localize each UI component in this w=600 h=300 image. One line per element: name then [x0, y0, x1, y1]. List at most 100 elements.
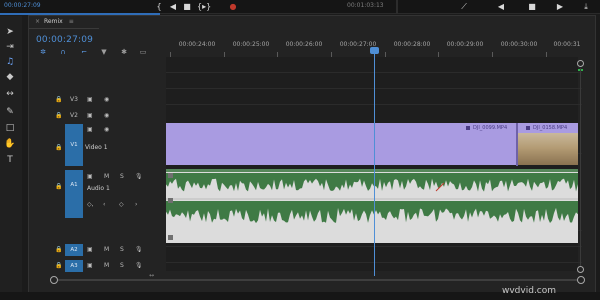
- captions-icon[interactable]: ▭: [138, 48, 148, 56]
- step-back-icon[interactable]: ◀: [495, 1, 507, 12]
- add-marker-icon[interactable]: ⌐: [79, 48, 89, 56]
- lock-icon[interactable]: 🔒: [55, 262, 62, 270]
- sequence-tab-label: Remix: [44, 18, 63, 25]
- track-name: V2: [70, 112, 78, 119]
- playhead-line[interactable]: [374, 50, 375, 276]
- sync-lock-icon[interactable]: ▣: [87, 112, 93, 120]
- scroll-track[interactable]: [580, 68, 581, 266]
- panel-menu-icon[interactable]: ≡: [69, 18, 74, 25]
- track-target-a2[interactable]: A2: [65, 244, 83, 256]
- eye-icon[interactable]: ◉: [104, 126, 109, 134]
- rectangle-icon[interactable]: □: [3, 122, 17, 134]
- snap-icon[interactable]: ✲: [38, 48, 48, 56]
- ripple-edit-icon[interactable]: ♫: [3, 56, 17, 68]
- selection-tool-icon[interactable]: ➤: [3, 26, 17, 38]
- ruler-label: 00:00:29:00: [446, 41, 484, 48]
- microphone-icon[interactable]: 🎙: [135, 173, 143, 181]
- scroll-track[interactable]: [58, 279, 578, 281]
- lock-icon[interactable]: 🔒: [55, 246, 62, 254]
- slip-icon[interactable]: ↔: [3, 88, 17, 100]
- audio-waveform: [166, 173, 578, 224]
- pen-icon[interactable]: ✎: [3, 106, 17, 118]
- keyframe-add-icon[interactable]: ◇: [119, 201, 124, 209]
- waveform-channel: [166, 173, 578, 192]
- horizontal-scrollbar[interactable]: [50, 276, 585, 286]
- video-clip-name: DJI_0099.MP4: [473, 125, 508, 131]
- keyframe-nav-prev-icon[interactable]: ◇,: [87, 201, 94, 209]
- stop-icon[interactable]: ■: [181, 1, 193, 12]
- track-name: V3: [70, 96, 78, 103]
- keyframe-prev-icon[interactable]: ‹: [103, 201, 105, 209]
- step-forward-icon[interactable]: ▶: [554, 1, 566, 12]
- scroll-knob[interactable]: [577, 60, 584, 67]
- razor-icon[interactable]: ◆: [3, 71, 17, 83]
- step-back-icon[interactable]: ◀: [167, 1, 179, 12]
- sync-lock-icon[interactable]: ▣: [87, 246, 93, 254]
- clip-thumbnail: [518, 133, 578, 165]
- mark-in-icon[interactable]: {: [153, 1, 165, 12]
- linked-selection-icon[interactable]: ∩: [58, 48, 68, 56]
- lock-icon[interactable]: 🔒: [55, 112, 62, 120]
- solo-button[interactable]: S: [120, 262, 124, 270]
- eye-icon[interactable]: ◉: [104, 112, 109, 120]
- ruler-label: 00:00:24:00: [178, 41, 216, 48]
- audio-clip[interactable]: [166, 169, 578, 243]
- watermark-text: wvdvid.com: [502, 286, 557, 296]
- microphone-icon[interactable]: 🎙: [135, 246, 143, 254]
- vertical-scrollbar[interactable]: [577, 60, 585, 274]
- lock-icon[interactable]: 🔒: [55, 144, 62, 152]
- program-timecode[interactable]: 00:00:27:09: [4, 2, 41, 9]
- scroll-knob[interactable]: [50, 276, 58, 284]
- fx-badge-icon: [168, 198, 173, 203]
- fx-badge-icon: [526, 126, 530, 130]
- export-frame-icon[interactable]: ⤓: [580, 1, 592, 12]
- tab-underline: [29, 28, 99, 29]
- mute-button[interactable]: M: [104, 246, 109, 254]
- track-select-icon[interactable]: ⇥: [3, 41, 17, 53]
- sync-lock-icon[interactable]: ▣: [87, 96, 93, 104]
- fx-badge-icon: [466, 126, 470, 130]
- scroll-knob[interactable]: [577, 266, 584, 273]
- ruler-label: 00:00:31: [553, 41, 581, 48]
- playhead-handle[interactable]: [370, 47, 379, 54]
- ruler-label: 00:00:30:00: [500, 41, 538, 48]
- track-target-v1[interactable]: V1: [65, 124, 83, 166]
- mute-button[interactable]: M: [104, 262, 109, 270]
- track-label: Audio 1: [87, 185, 110, 192]
- close-icon[interactable]: ×: [35, 18, 40, 25]
- mark-out-icon[interactable]: ⟋: [458, 1, 470, 12]
- lock-icon[interactable]: 🔒: [55, 96, 62, 104]
- fx-badge-icon: [168, 235, 173, 240]
- fx-badge-icon: [168, 173, 173, 178]
- scroll-knob[interactable]: [577, 276, 585, 284]
- video-clip[interactable]: DJI_0099.MP4 DJI_0158.MP4: [166, 123, 578, 166]
- hand-icon[interactable]: ✋: [3, 138, 17, 150]
- type-icon[interactable]: T: [3, 154, 17, 166]
- solo-button[interactable]: S: [120, 246, 124, 254]
- wrench-icon[interactable]: ✱: [119, 48, 129, 56]
- top-transport-strip: 00:00:27:09 { ◀ ■ {▸} ● 00:01:03:13 ⟋ ◀ …: [0, 0, 600, 15]
- duration-timecode: 00:01:03:13: [347, 2, 384, 9]
- ruler-label: 00:00:26:00: [285, 41, 323, 48]
- sequence-timecode[interactable]: 00:00:27:09: [36, 35, 93, 45]
- solo-button[interactable]: S: [120, 173, 124, 181]
- stop-icon[interactable]: ■: [526, 1, 538, 12]
- step-forward-icon[interactable]: {▸}: [197, 1, 211, 12]
- record-icon[interactable]: ●: [227, 1, 239, 12]
- sequence-tab[interactable]: × Remix ≡: [35, 18, 74, 25]
- track-target-a3[interactable]: A3: [65, 260, 83, 272]
- sync-lock-icon[interactable]: ▣: [87, 173, 93, 181]
- track-lanes[interactable]: DJI_0099.MP4 DJI_0158.MP4: [166, 57, 582, 271]
- track-target-a1[interactable]: A1: [65, 170, 83, 218]
- tools-panel: ➤ ⇥ ♫ ◆ ↔ ✎ □ ✋ T: [0, 16, 22, 300]
- ruler-label: 00:00:28:00: [393, 41, 431, 48]
- keyframe-next-icon[interactable]: ›: [135, 201, 137, 209]
- eye-icon[interactable]: ◉: [104, 96, 109, 104]
- panel-divider: [396, 0, 398, 14]
- lock-icon[interactable]: 🔒: [55, 183, 62, 191]
- sync-lock-icon[interactable]: ▣: [87, 126, 93, 134]
- microphone-icon[interactable]: 🎙: [135, 262, 143, 270]
- sync-lock-icon[interactable]: ▣: [87, 262, 93, 270]
- mute-button[interactable]: M: [104, 173, 109, 181]
- marker-icon[interactable]: ▼: [99, 48, 109, 56]
